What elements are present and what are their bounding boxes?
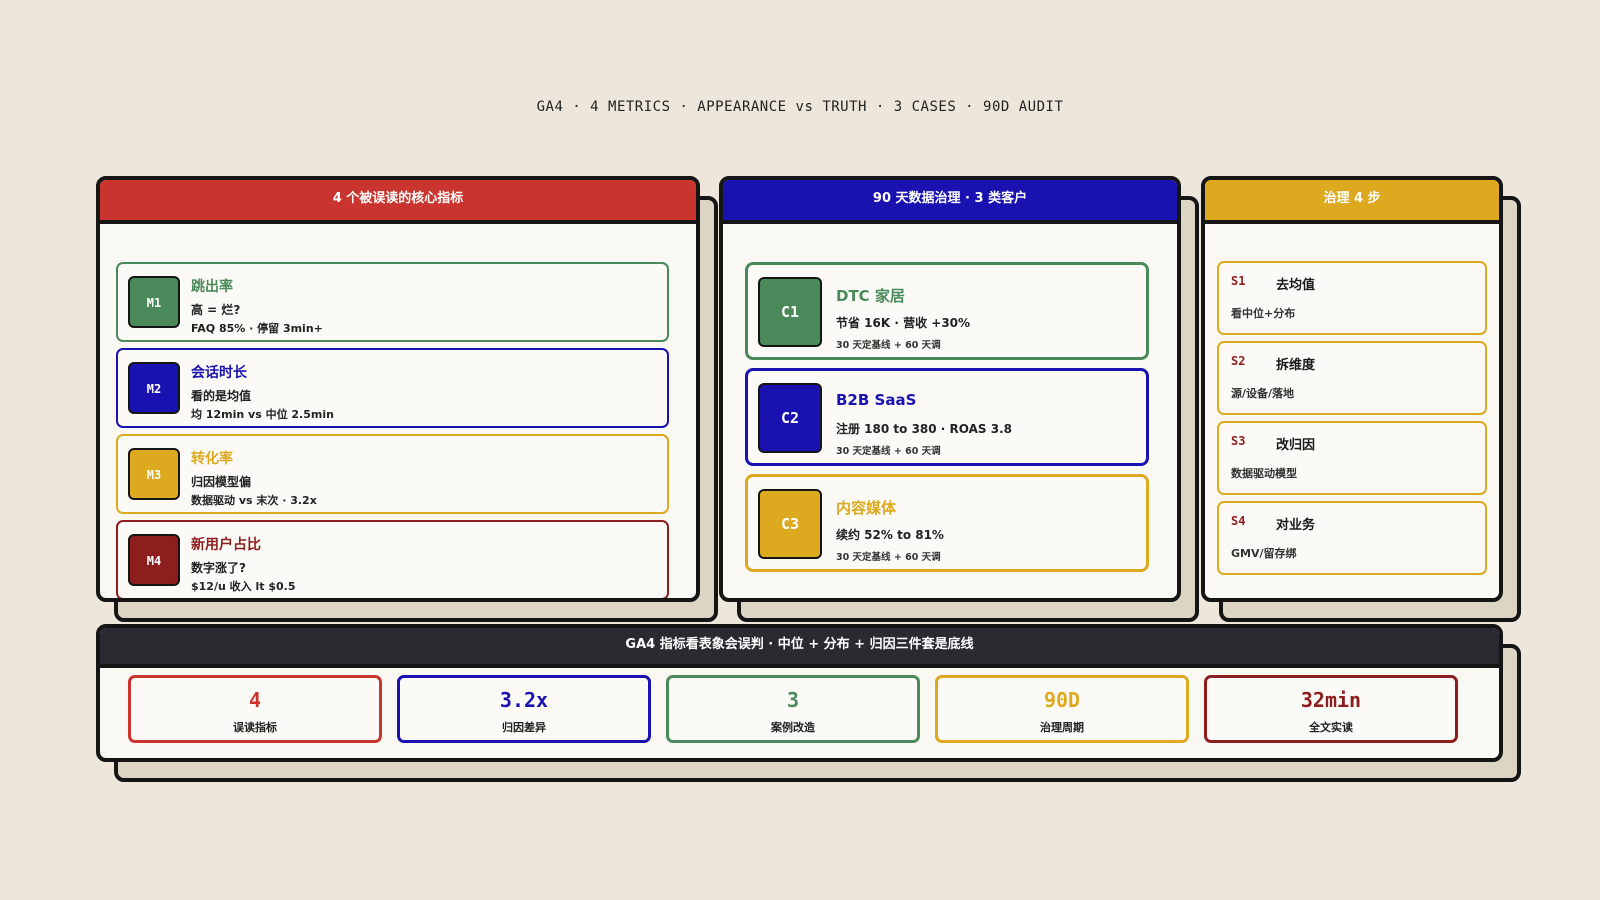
case-sub: 注册 180 to 380 · ROAS 3.8 bbox=[836, 422, 1013, 436]
metric-note: $12/u 收入 lt $0.5 bbox=[191, 580, 296, 593]
stat-governance-cycle: 90D 治理周期 bbox=[935, 675, 1189, 743]
steps-panel: 治理 4 步 S1 去均值 看中位+分布 S2 拆维度 源/设备/落地 S3 改… bbox=[1201, 176, 1521, 622]
case-title: DTC 家居 bbox=[836, 287, 905, 305]
metric-card-m3: M3 转化率 归因模型偏 数据驱动 vs 末次 · 3.2x bbox=[116, 434, 669, 514]
metric-card-m4: M4 新用户占比 数字涨了? $12/u 收入 lt $0.5 bbox=[116, 520, 669, 598]
case-badge: C1 bbox=[758, 277, 822, 347]
stat-reading-time: 32min 全文实读 bbox=[1204, 675, 1458, 743]
stat-value: 32min bbox=[1300, 688, 1362, 712]
metric-title: 跳出率 bbox=[191, 279, 233, 295]
step-id: S4 bbox=[1231, 514, 1246, 528]
case-note: 30 天定基线 + 60 天调 bbox=[836, 552, 941, 563]
case-card-c1: C1 DTC 家居 节省 16K · 营收 +30% 30 天定基线 + 60 … bbox=[745, 262, 1149, 360]
stat-value: 3.2x bbox=[499, 688, 549, 712]
case-badge: C2 bbox=[758, 383, 822, 453]
cases-panel-title: 90 天数据治理 · 3 类客户 bbox=[723, 180, 1177, 224]
metrics-panel-body: 4 个被误读的核心指标 M1 跳出率 高 = 烂? FAQ 85% · 停留 3… bbox=[96, 176, 700, 602]
step-id: S1 bbox=[1231, 274, 1246, 288]
step-card-s3: S3 改归因 数据驱动模型 bbox=[1217, 421, 1487, 495]
step-title: 改归因 bbox=[1276, 438, 1316, 453]
stat-misread-metrics: 4 误读指标 bbox=[128, 675, 382, 743]
metric-card-m2: M2 会话时长 看的是均值 均 12min vs 中位 2.5min bbox=[116, 348, 669, 428]
stat-attribution-gap: 3.2x 归因差异 bbox=[397, 675, 651, 743]
step-id: S3 bbox=[1231, 434, 1246, 448]
metric-sub: 高 = 烂? bbox=[191, 303, 241, 317]
case-card-c3: C3 内容媒体 续约 52% to 81% 30 天定基线 + 60 天调 bbox=[745, 474, 1149, 572]
metric-sub: 归因模型偏 bbox=[191, 475, 252, 489]
case-badge: C3 bbox=[758, 489, 822, 559]
step-desc: GMV/留存绑 bbox=[1231, 547, 1297, 560]
step-card-s1: S1 去均值 看中位+分布 bbox=[1217, 261, 1487, 335]
metric-sub: 数字涨了? bbox=[191, 561, 246, 575]
steps-panel-title: 治理 4 步 bbox=[1205, 180, 1499, 224]
step-title: 拆维度 bbox=[1276, 358, 1316, 373]
metric-card-m1: M1 跳出率 高 = 烂? FAQ 85% · 停留 3min+ bbox=[116, 262, 669, 342]
stat-value: 4 bbox=[248, 688, 262, 712]
metric-note: FAQ 85% · 停留 3min+ bbox=[191, 322, 323, 335]
steps-panel-body: 治理 4 步 S1 去均值 看中位+分布 S2 拆维度 源/设备/落地 S3 改… bbox=[1201, 176, 1503, 602]
case-title: B2B SaaS bbox=[836, 391, 917, 409]
stat-label: 全文实读 bbox=[1309, 721, 1353, 734]
stat-value: 3 bbox=[786, 688, 800, 712]
step-desc: 看中位+分布 bbox=[1231, 307, 1296, 320]
metric-title: 会话时长 bbox=[191, 365, 247, 381]
case-note: 30 天定基线 + 60 天调 bbox=[836, 340, 941, 351]
cases-panel-body: 90 天数据治理 · 3 类客户 C1 DTC 家居 节省 16K · 营收 +… bbox=[719, 176, 1181, 602]
stat-case-count: 3 案例改造 bbox=[666, 675, 920, 743]
page-header: GA4 · 4 METRICS · APPEARANCE vs TRUTH · … bbox=[536, 99, 1064, 115]
step-desc: 数据驱动模型 bbox=[1231, 467, 1297, 480]
case-sub: 节省 16K · 营收 +30% bbox=[836, 316, 971, 330]
case-sub: 续约 52% to 81% bbox=[836, 528, 944, 542]
summary-panel-title: GA4 指标看表象会误判 · 中位 + 分布 + 归因三件套是底线 bbox=[100, 628, 1499, 668]
step-desc: 源/设备/落地 bbox=[1231, 387, 1295, 400]
case-title: 内容媒体 bbox=[836, 499, 897, 517]
step-title: 去均值 bbox=[1276, 278, 1316, 293]
stat-value: 90D bbox=[1043, 688, 1081, 712]
case-card-c2: C2 B2B SaaS 注册 180 to 380 · ROAS 3.8 30 … bbox=[745, 368, 1149, 466]
summary-panel-body: GA4 指标看表象会误判 · 中位 + 分布 + 归因三件套是底线 4 误读指标… bbox=[96, 624, 1503, 762]
metrics-panel-title: 4 个被误读的核心指标 bbox=[100, 180, 696, 224]
stat-label: 归因差异 bbox=[502, 721, 546, 734]
stat-label: 案例改造 bbox=[771, 721, 815, 734]
metric-note: 均 12min vs 中位 2.5min bbox=[191, 408, 334, 421]
case-note: 30 天定基线 + 60 天调 bbox=[836, 446, 941, 457]
step-card-s2: S2 拆维度 源/设备/落地 bbox=[1217, 341, 1487, 415]
metric-badge: M1 bbox=[128, 276, 180, 328]
metric-title: 转化率 bbox=[191, 451, 233, 467]
metric-badge: M3 bbox=[128, 448, 180, 500]
metric-note: 数据驱动 vs 末次 · 3.2x bbox=[191, 494, 317, 507]
step-id: S2 bbox=[1231, 354, 1246, 368]
step-card-s4: S4 对业务 GMV/留存绑 bbox=[1217, 501, 1487, 575]
stat-label: 误读指标 bbox=[233, 721, 277, 734]
metric-sub: 看的是均值 bbox=[191, 389, 252, 403]
metric-badge: M4 bbox=[128, 534, 180, 586]
stat-label: 治理周期 bbox=[1040, 721, 1084, 734]
metric-title: 新用户占比 bbox=[191, 537, 261, 553]
metric-badge: M2 bbox=[128, 362, 180, 414]
cases-panel: 90 天数据治理 · 3 类客户 C1 DTC 家居 节省 16K · 营收 +… bbox=[719, 176, 1199, 622]
step-title: 对业务 bbox=[1276, 518, 1316, 533]
summary-panel: GA4 指标看表象会误判 · 中位 + 分布 + 归因三件套是底线 4 误读指标… bbox=[96, 624, 1521, 782]
metrics-panel: 4 个被误读的核心指标 M1 跳出率 高 = 烂? FAQ 85% · 停留 3… bbox=[96, 176, 718, 622]
